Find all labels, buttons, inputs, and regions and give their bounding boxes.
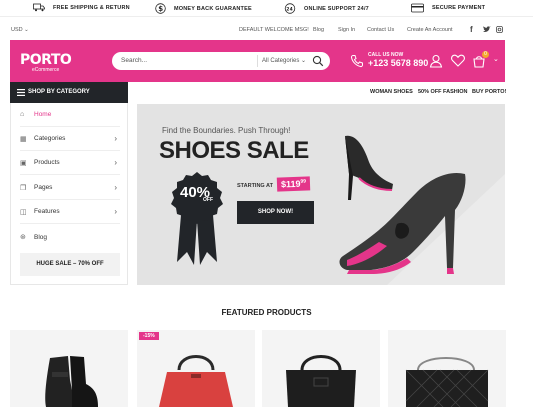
search-divider	[257, 55, 258, 67]
product-card[interactable]	[262, 330, 380, 407]
contact-us-link[interactable]: Contact Us	[367, 27, 394, 33]
chevron-right-icon: ›	[114, 183, 117, 192]
card-icon	[411, 3, 424, 13]
sidebar-item-label: Products	[34, 159, 60, 166]
sidebar-item-label: Pages	[34, 184, 53, 191]
shipping-info-item: 24 ONLINE SUPPORT 24/7	[284, 3, 369, 14]
blog-link[interactable]: Blog	[313, 27, 324, 33]
user-icon[interactable]	[429, 54, 443, 68]
box-icon: ▣	[20, 159, 27, 167]
shipping-info-item: FREE SHIPPING & RETURN	[33, 3, 130, 12]
discount-off: OFF	[203, 197, 213, 203]
home-icon: ⌂	[20, 111, 25, 118]
chevron-right-icon: ›	[114, 158, 117, 167]
twitter-icon[interactable]	[483, 26, 491, 33]
sidebar-item-label: Home	[34, 111, 52, 118]
large-heel-shoe-image	[339, 172, 466, 274]
starting-at-label: STARTING AT	[237, 183, 273, 189]
discount-label: -15%	[139, 332, 159, 340]
sidebar-item-label: Blog	[34, 233, 48, 241]
sidebar-item-label: Features	[34, 208, 60, 215]
porto-logo[interactable]: PORTO eCommerce	[20, 51, 72, 73]
pages-icon: ❐	[20, 184, 27, 192]
shipping-info-bar: FREE SHIPPING & RETURN $ MONEY BACK GUAR…	[0, 0, 533, 17]
facebook-icon[interactable]: f	[470, 25, 473, 34]
shop-now-button[interactable]: SHOP NOW!	[237, 201, 314, 224]
red-handbag-image	[159, 355, 233, 407]
search-input[interactable]: Search...	[121, 57, 147, 64]
site-header: PORTO eCommerce Search... All Categories…	[10, 40, 505, 82]
guarantee-label: MONEY BACK GUARANTEE	[174, 5, 252, 12]
shipping-label: FREE SHIPPING & RETURN	[53, 4, 130, 11]
sidebar-item-home[interactable]: ⌂ Home	[20, 103, 120, 127]
price-tag: $11999	[276, 176, 311, 192]
sidebar-item-features[interactable]: ◫ Features ›	[20, 200, 120, 224]
banner-title: SHOES SALE	[159, 137, 309, 164]
truck-icon	[33, 3, 45, 12]
cart-count-badge: 0	[482, 51, 489, 58]
nav-woman-shoes[interactable]: WOMAN SHOES	[370, 89, 413, 95]
search-bar: Search... All Categories ⌄	[112, 52, 330, 70]
dollar-icon: $	[155, 3, 166, 14]
nav-buy-porto[interactable]: BUY PORTO!	[472, 89, 506, 95]
featured-products-title: FEATURED PRODUCTS	[221, 308, 312, 317]
features-icon: ◫	[20, 208, 27, 216]
logo-text: PORTO	[20, 52, 72, 68]
search-icon[interactable]	[312, 55, 324, 67]
sidebar-item-pages[interactable]: ❐ Pages ›	[20, 176, 120, 200]
currency-selector[interactable]: USD ⌄	[11, 27, 29, 33]
boots-image	[45, 356, 98, 407]
sign-in-link[interactable]: Sign In	[338, 27, 355, 33]
sidebar-item-products[interactable]: ▣ Products ›	[20, 151, 120, 175]
discount-badge: 40% OFF	[167, 170, 227, 270]
heart-icon[interactable]	[451, 54, 465, 67]
product-card[interactable]	[388, 330, 506, 407]
phone-icon	[350, 55, 363, 68]
huge-sale-button[interactable]: HUGE SALE – 70% OFF	[20, 253, 120, 276]
sidebar-item-label: Categories	[34, 135, 66, 142]
hero-banner[interactable]: Find the Boundaries. Push Through! SHOES…	[137, 104, 505, 285]
nav-50-off-fashion[interactable]: 50% OFF FASHION	[418, 89, 468, 95]
banner-tagline: Find the Boundaries. Push Through!	[162, 126, 291, 135]
create-account-link[interactable]: Create An Account	[407, 27, 453, 33]
shop-by-category-button[interactable]: SHOP BY CATEGORY	[10, 82, 128, 103]
shipping-info-item: $ MONEY BACK GUARANTEE	[155, 3, 252, 14]
support-24-icon: 24	[284, 3, 296, 14]
utility-bar: USD ⌄ DEFAULT WELCOME MSG! Blog Sign In …	[0, 20, 533, 40]
product-card[interactable]: -15%	[137, 330, 255, 407]
support-label: ONLINE SUPPORT 24/7	[304, 5, 369, 12]
grid-icon: ▦	[20, 135, 27, 143]
blog-icon: ⊛	[20, 234, 26, 241]
payment-label: SECURE PAYMENT	[432, 5, 486, 11]
product-card[interactable]	[10, 330, 128, 407]
quilted-bag-image	[405, 357, 489, 407]
sidebar-item-blog[interactable]: ⊛ Blog	[20, 225, 120, 249]
category-select[interactable]: All Categories ⌄	[262, 57, 306, 64]
svg-text:24: 24	[286, 6, 293, 12]
category-sidebar: ⌂ Home ▦ Categories › ▣ Products › ❐ Pag…	[10, 103, 128, 285]
shipping-info-item: SECURE PAYMENT	[411, 3, 485, 13]
chevron-right-icon: ›	[114, 134, 117, 143]
black-bag-image	[286, 355, 356, 407]
sidebar-item-categories[interactable]: ▦ Categories ›	[20, 127, 120, 151]
phone-number: +123 5678 890	[368, 58, 429, 68]
welcome-message: DEFAULT WELCOME MSG!	[239, 27, 309, 33]
svg-text:$: $	[158, 5, 163, 13]
chevron-right-icon: ›	[114, 207, 117, 216]
chevron-down-icon[interactable]: ⌄	[493, 55, 499, 63]
menu-icon	[17, 89, 25, 96]
instagram-icon[interactable]	[496, 26, 503, 33]
category-bar-label: SHOP BY CATEGORY	[28, 89, 90, 95]
